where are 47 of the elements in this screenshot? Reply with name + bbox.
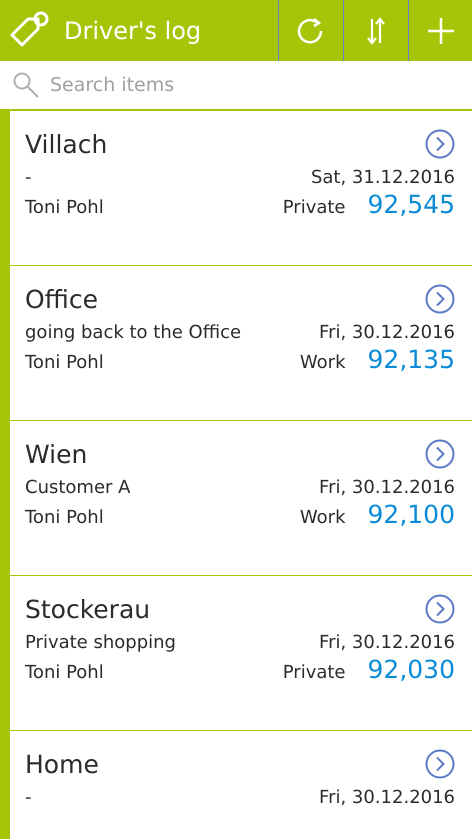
note-text: - — [25, 787, 32, 808]
log-entry-card[interactable]: Stockerau Private shopping Fri, 30.12.2016 Toni Pohl Private 92,030 — [0, 576, 472, 731]
open-entry-button[interactable] — [425, 129, 455, 159]
odometer-text: 92,545 — [368, 190, 455, 219]
date-text: Fri, 30.12.2016 — [319, 787, 455, 808]
date-text: Fri, 30.12.2016 — [319, 322, 455, 343]
log-entry-card[interactable]: Office going back to the Office Fri, 30.12.2016 Toni Pohl Work 92,135 — [0, 266, 472, 421]
plus-icon — [426, 16, 454, 44]
destination-text: Villach — [25, 130, 108, 158]
driver-text: Toni Pohl — [25, 352, 104, 373]
open-entry-button[interactable] — [425, 749, 455, 779]
driver-text: Toni Pohl — [25, 662, 104, 683]
search-field[interactable]: Search items — [50, 61, 472, 109]
destination-text: Home — [25, 750, 99, 778]
category-text: Work — [300, 507, 346, 528]
category-text: Work — [300, 352, 346, 373]
driver-text: Toni Pohl — [25, 197, 104, 218]
odometer-text: 92,030 — [368, 655, 455, 684]
open-entry-button[interactable] — [425, 439, 455, 469]
open-entry-button[interactable] — [425, 594, 455, 624]
chevron-circle-icon — [425, 284, 455, 314]
note-text: - — [25, 167, 32, 188]
date-text: Sat, 31.12.2016 — [310, 167, 455, 188]
note-text: Private shopping — [25, 632, 176, 653]
sort-icon — [365, 16, 387, 46]
odometer-text: 92,135 — [368, 345, 455, 374]
category-text: Private — [282, 197, 346, 218]
date-text: Fri, 30.12.2016 — [319, 477, 455, 498]
odometer-text: 92,100 — [368, 500, 455, 529]
note-text: going back to the Office — [25, 322, 242, 343]
chevron-circle-icon — [425, 129, 455, 159]
app-title: Driver's log — [64, 16, 202, 44]
open-entry-button[interactable] — [425, 284, 455, 314]
driver-text: Toni Pohl — [25, 507, 104, 528]
chevron-circle-icon — [425, 439, 455, 469]
chevron-circle-icon — [425, 594, 455, 624]
log-entry-card[interactable]: Home - Fri, 30.12.2016 — [0, 731, 472, 839]
log-entry-card[interactable]: Wien Customer A Fri, 30.12.2016 Toni Pohl Work 92,100 — [0, 421, 472, 576]
category-text: Private — [282, 662, 346, 683]
destination-text: Wien — [25, 440, 88, 468]
search-icon — [12, 71, 40, 99]
log-entry-card[interactable]: Villach - Sat, 31.12.2016 Toni Pohl Private 92,545 — [0, 111, 472, 266]
chevron-circle-icon — [425, 749, 455, 779]
destination-text: Office — [25, 284, 98, 314]
destination-text: Stockerau — [25, 594, 150, 624]
date-text: Fri, 30.12.2016 — [319, 632, 455, 653]
note-text: Customer A — [25, 477, 130, 498]
